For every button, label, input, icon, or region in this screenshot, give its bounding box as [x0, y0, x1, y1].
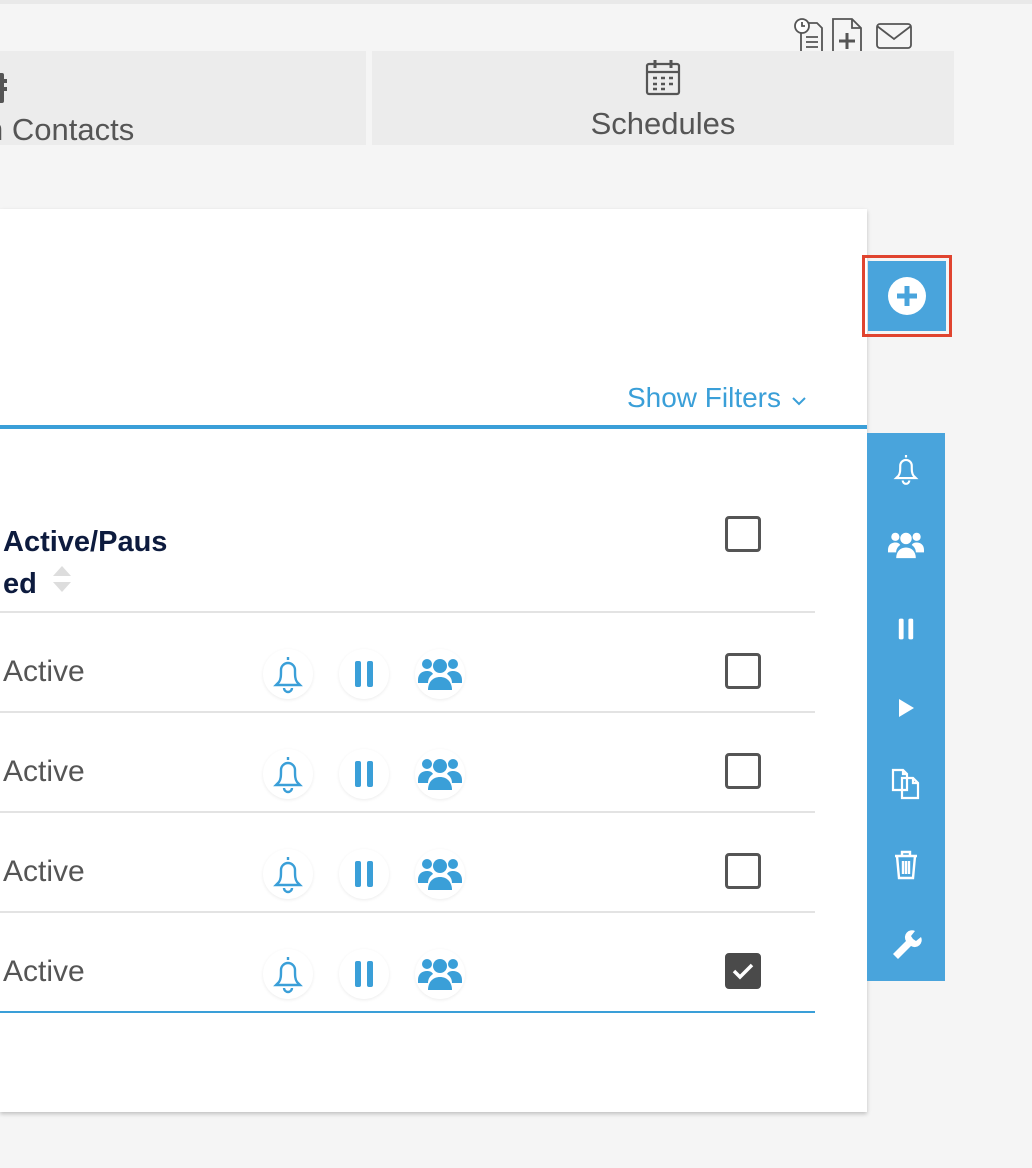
- trash-icon: [895, 850, 917, 880]
- tab-schedules[interactable]: Schedules: [372, 51, 954, 145]
- sidebar-bell-button[interactable]: [867, 439, 945, 499]
- pause-icon[interactable]: [339, 649, 389, 699]
- row-checkbox-checked[interactable]: [725, 953, 761, 989]
- add-schedule-button[interactable]: [862, 255, 952, 337]
- group-icon[interactable]: [415, 949, 465, 999]
- table-row: Active: [0, 913, 815, 1013]
- calendar-icon: [645, 58, 681, 101]
- group-icon[interactable]: [415, 849, 465, 899]
- row-status: Active: [3, 955, 85, 988]
- chevron-down-icon: [791, 382, 807, 414]
- history-document-icon[interactable]: [790, 16, 828, 56]
- sidebar-settings-button[interactable]: [867, 913, 945, 973]
- row-status: Active: [3, 855, 85, 888]
- select-all-checkbox[interactable]: [725, 516, 761, 552]
- address-book-icon: [0, 73, 8, 108]
- column-header-line1: Active/Paus: [3, 526, 168, 558]
- toolbar: [790, 16, 922, 56]
- copy-icon: [891, 768, 920, 800]
- sidebar-copy-button[interactable]: [867, 753, 945, 813]
- bell-icon[interactable]: [263, 949, 313, 999]
- table-row: Active: [0, 613, 815, 713]
- column-header-line2: ed: [3, 568, 37, 600]
- group-icon[interactable]: [415, 749, 465, 799]
- tab-schedules-label: Schedules: [590, 106, 736, 141]
- plus-circle-icon: [888, 277, 926, 315]
- pause-icon[interactable]: [339, 949, 389, 999]
- row-checkbox[interactable]: [725, 653, 761, 689]
- action-sidebar: [867, 433, 945, 981]
- sidebar-group-button[interactable]: [867, 515, 945, 575]
- show-filters-label: Show Filters: [626, 382, 781, 413]
- bell-icon[interactable]: [263, 649, 313, 699]
- row-checkbox[interactable]: [725, 753, 761, 789]
- sidebar-pause-button[interactable]: [867, 599, 945, 659]
- row-checkbox[interactable]: [725, 853, 761, 889]
- play-icon: [899, 699, 914, 717]
- row-status: Active: [3, 755, 85, 788]
- tab-contacts-label: n Contacts: [0, 112, 135, 147]
- schedule-panel: Show Filters Active/Paus ed Active Activ…: [0, 209, 867, 1112]
- bell-icon[interactable]: [263, 749, 313, 799]
- top-strip: [0, 0, 1032, 4]
- checkmark-icon: [732, 963, 754, 980]
- table-bottom-rule: [0, 1011, 815, 1013]
- table-row: Active: [0, 813, 815, 913]
- pause-icon[interactable]: [339, 849, 389, 899]
- pause-icon: [898, 618, 914, 640]
- group-icon: [888, 532, 924, 559]
- new-document-icon[interactable]: [828, 16, 866, 56]
- row-status: Active: [3, 655, 85, 688]
- filters-divider: [0, 425, 867, 429]
- bell-icon: [893, 455, 919, 485]
- wrench-icon: [893, 930, 922, 959]
- mail-icon[interactable]: [866, 16, 922, 56]
- group-icon[interactable]: [415, 649, 465, 699]
- sidebar-play-button[interactable]: [867, 678, 945, 738]
- show-filters-toggle[interactable]: Show Filters: [627, 382, 807, 414]
- pause-icon[interactable]: [339, 749, 389, 799]
- table-row: Active: [0, 713, 815, 813]
- bell-icon[interactable]: [263, 849, 313, 899]
- column-header-active-paused[interactable]: Active/Paus ed: [3, 521, 303, 606]
- sidebar-trash-button[interactable]: [867, 835, 945, 895]
- sort-icon[interactable]: [51, 564, 73, 606]
- tab-contacts[interactable]: n Contacts: [0, 51, 366, 147]
